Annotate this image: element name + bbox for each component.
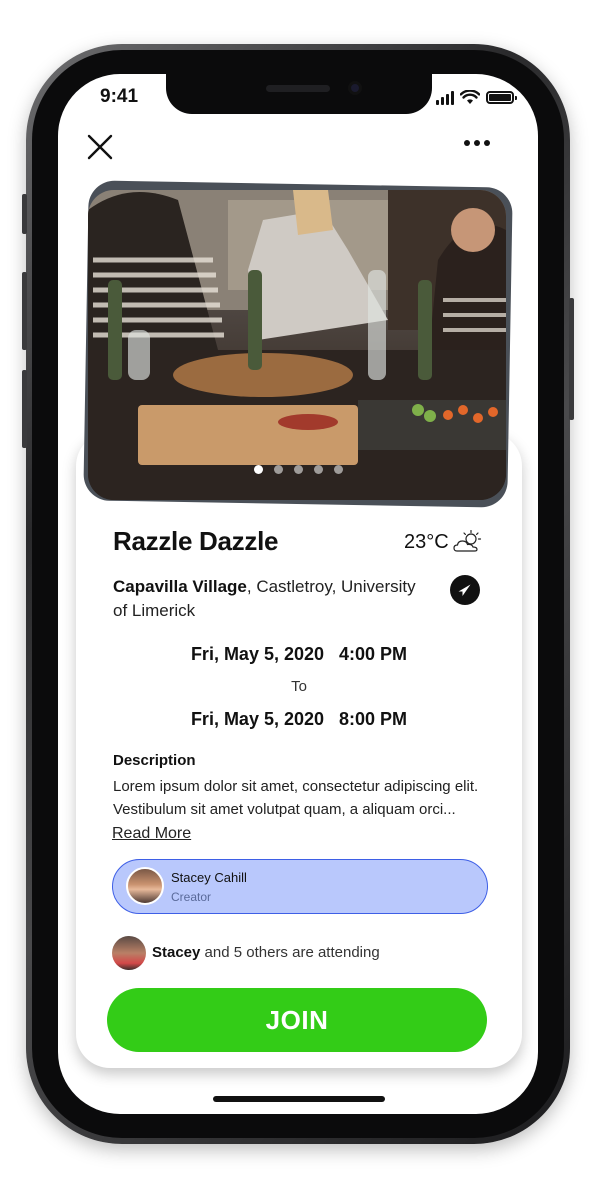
- volume-down-button: [22, 370, 27, 448]
- temperature: 23°C: [404, 530, 449, 553]
- more-dot-icon: [464, 140, 470, 146]
- creator-chip[interactable]: Stacey Cahill Creator: [112, 859, 488, 914]
- carousel-dot[interactable]: [314, 465, 323, 474]
- creator-name: Stacey Cahill: [171, 870, 247, 885]
- start-datetime: Fri, May 5, 2020 4:00 PM: [190, 644, 408, 664]
- attendance-text[interactable]: Stacey and 5 others are attending: [152, 944, 380, 961]
- directions-button[interactable]: [450, 575, 480, 605]
- mute-switch: [22, 194, 27, 234]
- more-options-button[interactable]: [464, 140, 490, 146]
- event-photo[interactable]: [88, 190, 506, 500]
- more-dot-icon: [474, 140, 480, 146]
- more-dot-icon: [484, 140, 490, 146]
- attendee-avatar[interactable]: [112, 936, 146, 970]
- creator-role: Creator: [171, 890, 212, 904]
- carousel-indicator[interactable]: [254, 465, 343, 474]
- read-more-link[interactable]: Read More: [112, 825, 191, 843]
- status-icons: [436, 90, 517, 105]
- volume-up-button: [22, 272, 27, 350]
- close-button[interactable]: [86, 133, 114, 161]
- end-datetime: Fri, May 5, 2020 8:00 PM: [190, 709, 408, 729]
- description-text: Lorem ipsum dolor sit amet, consectetur …: [113, 778, 479, 818]
- status-time: 9:41: [100, 86, 139, 107]
- power-button: [569, 298, 574, 420]
- front-camera: [348, 81, 362, 95]
- join-button[interactable]: JOIN: [107, 988, 487, 1052]
- wifi-icon: [460, 90, 480, 104]
- event-photo-image: [88, 190, 506, 500]
- attendance-count: and 5 others are attending: [200, 944, 380, 961]
- weather-info: 23°C: [404, 530, 483, 554]
- partly-cloudy-icon: [453, 530, 481, 552]
- event-location: Capavilla Village, Castletroy, Universit…: [113, 575, 433, 623]
- carousel-dot[interactable]: [334, 465, 343, 474]
- close-icon: [87, 134, 113, 160]
- carousel-dot[interactable]: [294, 465, 303, 474]
- carousel-dot[interactable]: [274, 465, 283, 474]
- attendee-name: Stacey: [152, 944, 201, 961]
- signal-icon: [436, 90, 454, 105]
- speaker-grill: [266, 85, 330, 92]
- description-heading: Description: [113, 752, 196, 769]
- battery-icon: [486, 91, 517, 104]
- home-indicator[interactable]: [213, 1096, 385, 1102]
- to-label: To: [291, 678, 307, 695]
- carousel-dot-active[interactable]: [254, 465, 263, 474]
- location-venue: Capavilla Village: [113, 577, 247, 596]
- notch: [166, 74, 432, 114]
- event-title: Razzle Dazzle: [113, 526, 279, 556]
- creator-avatar: [126, 867, 164, 905]
- navigation-arrow-icon: [458, 584, 471, 596]
